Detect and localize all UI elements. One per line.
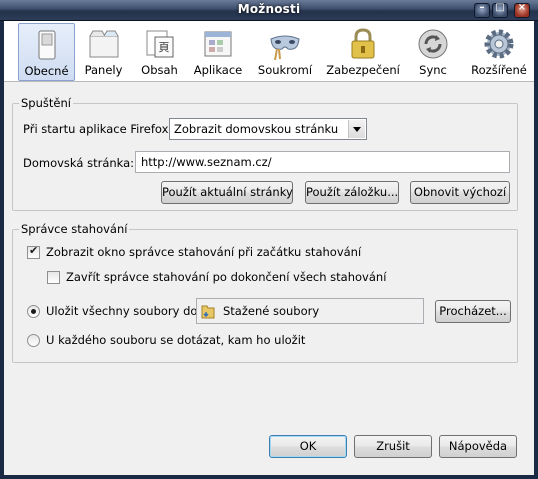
mask-icon — [270, 35, 300, 61]
home-page-value: http://www.seznam.cz/ — [141, 155, 272, 169]
use-current-pages-button[interactable]: Použít aktuální stránky — [161, 181, 293, 204]
tab-tabs[interactable]: Panely — [76, 23, 131, 79]
tab-advanced[interactable]: Rozšířené — [466, 23, 532, 79]
tab-label: Zabezpečení — [326, 63, 400, 77]
sync-icon — [418, 29, 448, 59]
pane-toolbar: Obecné Panely 頁 Obsah Aplikace Soukromí … — [4, 21, 534, 82]
chevron-down-icon[interactable] — [348, 120, 365, 138]
home-page-input[interactable]: http://www.seznam.cz/ — [135, 151, 510, 173]
save-to-folder-radio[interactable] — [27, 305, 40, 318]
tab-label: Obecné — [24, 64, 69, 78]
minimize-button[interactable]: – — [474, 2, 490, 18]
applications-icon — [204, 31, 232, 57]
download-folder-value: Stažené soubory — [223, 304, 320, 318]
ok-button[interactable]: OK — [269, 435, 347, 458]
tab-sync[interactable]: Sync — [408, 23, 458, 79]
help-button[interactable]: Nápověda — [439, 435, 517, 458]
content-icon: 頁 — [146, 30, 173, 58]
tab-label: Obsah — [141, 63, 178, 77]
folder-icon — [201, 305, 215, 319]
downloads-legend: Správce stahování — [19, 222, 130, 236]
ask-location-label: U každého souboru se dotázat, kam ho ulo… — [46, 333, 306, 347]
tab-label: Aplikace — [193, 63, 243, 77]
tab-label: Soukromí — [257, 63, 313, 77]
switch-icon — [38, 30, 55, 60]
close-download-manager-checkbox[interactable] — [47, 271, 60, 284]
startup-when-label: Při startu aplikace Firefox: — [23, 122, 173, 136]
tab-label: Panely — [84, 63, 123, 77]
startup-legend: Spuštění — [19, 96, 73, 110]
dialog-body: Obecné Panely 頁 Obsah Aplikace Soukromí … — [4, 21, 534, 475]
options-window: Možnosti – □ × Obecné Panely 頁 Obsah Apl… — [0, 0, 538, 479]
gear-icon — [484, 29, 514, 59]
save-to-folder-label: Uložit všechny soubory do — [46, 304, 198, 318]
tab-applications[interactable]: Aplikace — [188, 23, 248, 79]
show-download-manager-label: Zobrazit okno správce stahování při začá… — [46, 245, 362, 259]
restore-default-button[interactable]: Obnovit výchozí — [410, 181, 510, 204]
ask-location-radio[interactable] — [27, 334, 40, 347]
tab-label: Rozšířené — [471, 63, 527, 77]
maximize-button[interactable]: □ — [492, 2, 508, 18]
tab-general[interactable]: Obecné — [18, 23, 75, 81]
svg-text:頁: 頁 — [158, 41, 169, 54]
startup-action-select[interactable]: Zobrazit domovskou stránku — [169, 118, 367, 140]
title-bar[interactable]: Možnosti – □ × — [0, 0, 538, 21]
tab-content[interactable]: 頁 Obsah — [132, 23, 187, 79]
tab-security[interactable]: Zabezpečení — [326, 23, 400, 79]
cancel-button[interactable]: Zrušit — [354, 435, 432, 458]
window-title: Možnosti — [237, 2, 301, 16]
tab-label: Sync — [419, 63, 447, 77]
browse-button[interactable]: Procházet... — [435, 300, 511, 323]
downloads-group: Správce stahování Zobrazit okno správce … — [12, 222, 518, 363]
download-folder-field[interactable]: Stažené soubory — [196, 298, 424, 324]
startup-action-value: Zobrazit domovskou stránku — [174, 122, 339, 136]
tab-privacy[interactable]: Soukromí — [254, 23, 316, 79]
use-bookmark-button[interactable]: Použít záložku... — [305, 181, 399, 204]
tabs-icon — [89, 30, 118, 58]
home-page-label: Domovská stránka: — [23, 156, 135, 170]
close-download-manager-label: Zavřít správce stahování po dokončení vš… — [66, 270, 387, 284]
startup-group: Spuštění Při startu aplikace Firefox: Zo… — [12, 96, 518, 211]
close-button[interactable]: × — [514, 2, 530, 18]
padlock-icon — [351, 28, 375, 59]
show-download-manager-checkbox[interactable] — [27, 244, 40, 259]
